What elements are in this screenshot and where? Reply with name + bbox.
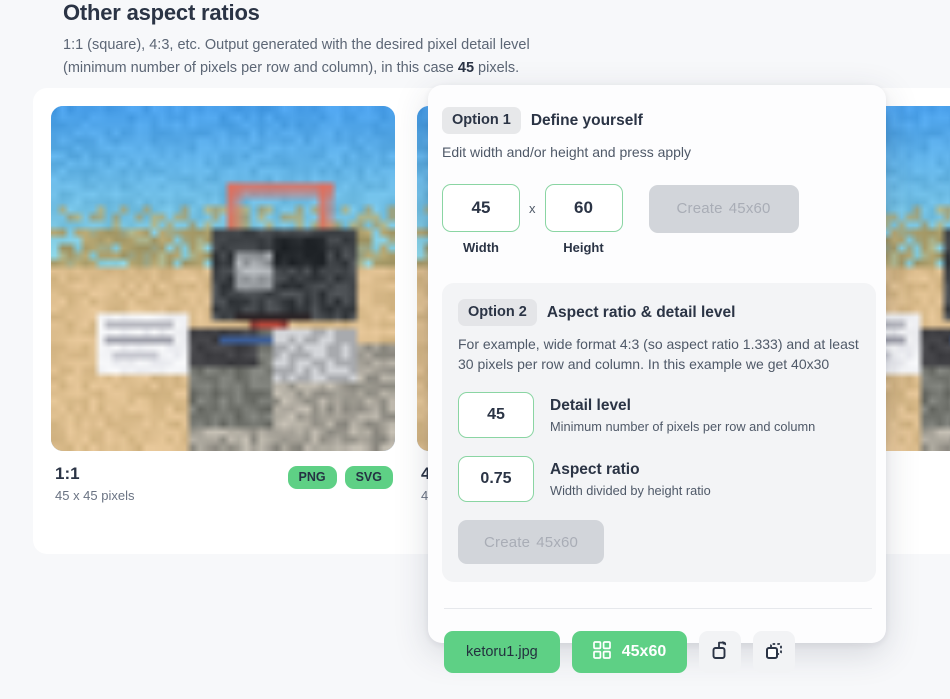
- option2-heading: Option 2 Aspect ratio & detail level: [458, 299, 860, 326]
- pixel-art-canvas: [51, 106, 395, 451]
- detail-level-input[interactable]: [458, 392, 534, 438]
- ratio-card-1-1[interactable]: 1:1 45 x 45 pixels PNG SVG: [51, 106, 395, 503]
- copy-duplicate-icon: [763, 640, 785, 665]
- create-label: Create: [484, 533, 531, 551]
- current-size-button[interactable]: 45x60: [571, 631, 688, 673]
- page-title: Other aspect ratios: [63, 0, 260, 25]
- dialog-footer: ketoru1.jpg 45x60: [444, 631, 868, 673]
- width-label: Width: [463, 240, 499, 255]
- aspect-ratio-subtitle: Width divided by height ratio: [550, 483, 711, 498]
- create-label: Create: [676, 200, 723, 217]
- width-input[interactable]: [442, 184, 520, 232]
- option1-pill: Option 1: [442, 107, 521, 134]
- desc-pixel-count: 45: [457, 60, 475, 76]
- detail-level-title: Detail level: [550, 397, 631, 414]
- footer-divider: [444, 608, 872, 609]
- aspect-ratio-labels: Aspect ratio Width divided by height rat…: [550, 460, 711, 498]
- dimension-separator: x: [529, 201, 536, 216]
- height-input[interactable]: [544, 184, 623, 232]
- ratio-card-labels: 1:1 45 x 45 pixels: [55, 463, 135, 503]
- current-size-label: 45x60: [621, 643, 667, 660]
- option2-desc-line2: 30 pixels per row and column. In this ex…: [458, 356, 830, 372]
- badge-png[interactable]: PNG: [287, 466, 337, 489]
- option2-title: Aspect ratio & detail level: [546, 303, 736, 321]
- page-description: 1:1 (square), 4:3, etc. Output generated…: [63, 34, 703, 80]
- option1-title: Define yourself: [530, 111, 643, 129]
- option2-desc-line1: For example, wide format 4:3 (so aspect …: [458, 336, 859, 352]
- create-size: 45x60: [728, 200, 771, 217]
- detail-level-row: Detail level Minimum number of pixels pe…: [458, 392, 860, 438]
- option1-inputs-row: Width x Height Create 45x60: [442, 184, 868, 255]
- width-field-group: Width: [442, 184, 520, 255]
- page-description-line1: 1:1 (square), 4:3, etc. Output generated…: [63, 37, 530, 53]
- aspect-ratio-title: Aspect ratio: [550, 461, 640, 478]
- option2-pill: Option 2: [458, 299, 537, 326]
- ratio-pixel-size: 45 x 45 pixels: [55, 488, 135, 503]
- aspect-ratio-input[interactable]: [458, 456, 534, 502]
- option1-create-button[interactable]: Create 45x60: [648, 184, 799, 233]
- size-options-dialog: Option 1 Define yourself Edit width and/…: [428, 85, 886, 673]
- detail-level-labels: Detail level Minimum number of pixels pe…: [550, 396, 815, 434]
- thumbnail-preview-1-1[interactable]: [51, 106, 395, 451]
- desc-post: pixels.: [474, 60, 520, 76]
- format-badges: PNG SVG: [287, 463, 393, 489]
- detail-level-subtitle: Minimum number of pixels per row and col…: [550, 419, 816, 434]
- height-field-group: Height: [544, 184, 623, 255]
- option2-panel: Option 2 Aspect ratio & detail level For…: [442, 283, 876, 582]
- create-size: 45x60: [536, 533, 579, 551]
- desc-pre: (minimum number of pixels per row and co…: [63, 60, 458, 76]
- page-header: Other aspect ratios 1:1 (square), 4:3, e…: [63, 0, 703, 80]
- option2-create-button[interactable]: Create 45x60: [458, 520, 605, 564]
- aspect-ratio-row: Aspect ratio Width divided by height rat…: [458, 456, 860, 502]
- option1-description: Edit width and/or height and press apply: [442, 144, 692, 160]
- ratio-name: 1:1: [55, 464, 80, 483]
- page-description-line2: (minimum number of pixels per row and co…: [63, 57, 703, 80]
- ratio-card-footer: 1:1 45 x 45 pixels PNG SVG: [51, 451, 395, 503]
- copy-duplicate-button[interactable]: [753, 631, 796, 673]
- height-label: Height: [563, 240, 604, 255]
- grid-2x2-icon: [592, 640, 611, 664]
- filename-button[interactable]: ketoru1.jpg: [444, 631, 560, 673]
- share-square-icon: [709, 640, 731, 665]
- badge-svg[interactable]: SVG: [344, 466, 393, 489]
- share-square-button[interactable]: [699, 631, 742, 673]
- option1-heading: Option 1 Define yourself: [442, 107, 868, 134]
- option2-description: For example, wide format 4:3 (so aspect …: [458, 334, 860, 374]
